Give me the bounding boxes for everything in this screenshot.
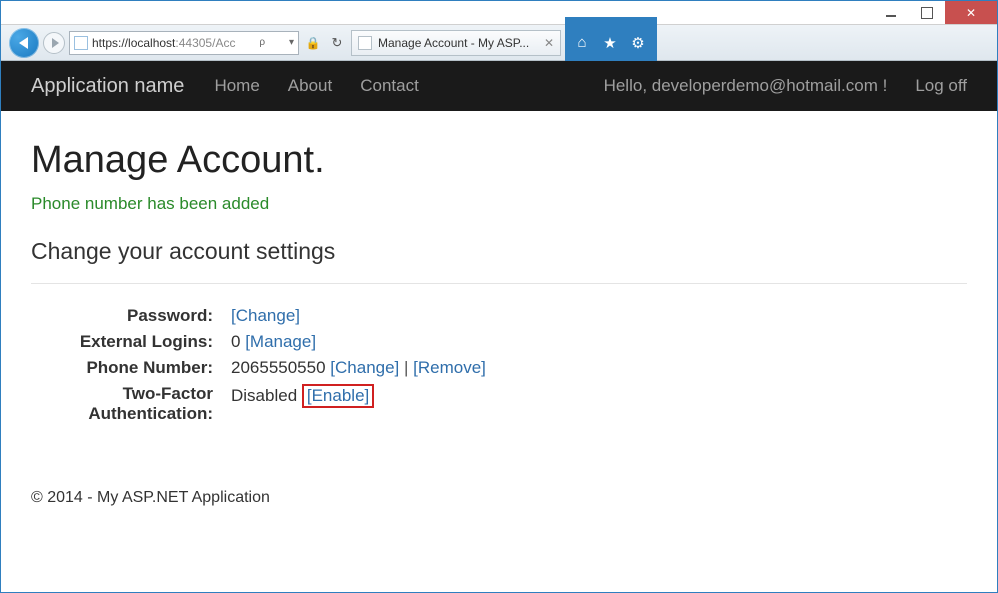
twofactor-label-line2: Authentication: [88, 404, 213, 423]
twofactor-enable-link[interactable]: [Enable] [307, 386, 369, 405]
external-logins-value: 0 [Manage] [231, 332, 967, 352]
page-viewport: Application name Home About Contact Hell… [1, 61, 997, 592]
external-logins-label: External Logins: [31, 332, 231, 352]
browser-window: https://localhost:44305/Acc ρ ▾ 🔒 ↻ Mana… [0, 0, 998, 593]
tab-close-icon[interactable]: ✕ [544, 36, 554, 50]
footer-text: © 2014 - My ASP.NET Application [31, 489, 270, 506]
address-dropdown-icon[interactable]: ▾ [289, 37, 294, 48]
password-value: [Change] [231, 306, 967, 326]
url-host: localhost [128, 36, 175, 50]
twofactor-label: Two-Factor Authentication: [31, 384, 231, 424]
nav-logoff[interactable]: Log off [915, 76, 967, 96]
tab-page-icon [358, 36, 372, 50]
settings-icon[interactable]: ⚙ [629, 34, 647, 52]
external-logins-manage-link[interactable]: [Manage] [245, 332, 316, 351]
window-maximize-button[interactable] [909, 1, 945, 24]
tab-title: Manage Account - My ASP... [378, 36, 529, 50]
browser-toolbar: https://localhost:44305/Acc ρ ▾ 🔒 ↻ Mana… [1, 25, 997, 61]
nav-greeting[interactable]: Hello, developerdemo@hotmail.com ! [604, 76, 888, 96]
site-navbar: Application name Home About Contact Hell… [1, 61, 997, 111]
password-change-link[interactable]: [Change] [231, 306, 300, 325]
browser-tab[interactable]: Manage Account - My ASP... ✕ [351, 30, 561, 56]
page-title: Manage Account. [31, 139, 967, 182]
phone-remove-link[interactable]: [Remove] [413, 358, 486, 377]
page-footer: © 2014 - My ASP.NET Application [1, 461, 997, 521]
search-icon[interactable]: ρ [259, 37, 265, 48]
address-bar[interactable]: https://localhost:44305/Acc ρ ▾ [69, 31, 299, 55]
flash-message: Phone number has been added [31, 194, 967, 214]
twofactor-value-row: Disabled [Enable] [231, 384, 967, 424]
password-label: Password: [31, 306, 231, 326]
phone-number: 2065550550 [231, 358, 330, 377]
nav-about[interactable]: About [288, 76, 332, 96]
twofactor-status: Disabled [231, 386, 302, 405]
phone-separator: | [399, 358, 413, 377]
brand[interactable]: Application name [31, 75, 184, 98]
refresh-icon[interactable]: ↻ [327, 33, 347, 53]
window-titlebar [1, 1, 997, 25]
window-minimize-button[interactable] [873, 1, 909, 24]
external-logins-count: 0 [231, 332, 245, 351]
phone-label: Phone Number: [31, 358, 231, 378]
forward-button[interactable] [43, 32, 65, 54]
twofactor-enable-highlight: [Enable] [302, 384, 374, 408]
divider [31, 283, 967, 284]
phone-change-link[interactable]: [Change] [330, 358, 399, 377]
window-close-button[interactable] [945, 1, 997, 24]
page-subheading: Change your account settings [31, 238, 967, 265]
twofactor-label-line1: Two-Factor [123, 384, 213, 403]
nav-contact[interactable]: Contact [360, 76, 419, 96]
page-icon [74, 36, 88, 50]
url-text: https://localhost:44305/Acc [92, 36, 235, 50]
toolbar-right-icons: ⌂ ★ ⚙ [573, 34, 649, 52]
url-path: :44305/Acc [175, 36, 235, 50]
home-icon[interactable]: ⌂ [573, 34, 591, 52]
nav-home[interactable]: Home [214, 76, 259, 96]
back-button[interactable] [9, 28, 39, 58]
lock-icon[interactable]: 🔒 [303, 33, 323, 53]
phone-value-row: 2065550550 [Change] | [Remove] [231, 358, 967, 378]
url-scheme: https:// [92, 36, 128, 50]
favorites-icon[interactable]: ★ [601, 34, 619, 52]
account-settings-list: Password: [Change] External Logins: 0 [M… [31, 306, 967, 424]
page-container: Manage Account. Phone number has been ad… [1, 111, 997, 461]
